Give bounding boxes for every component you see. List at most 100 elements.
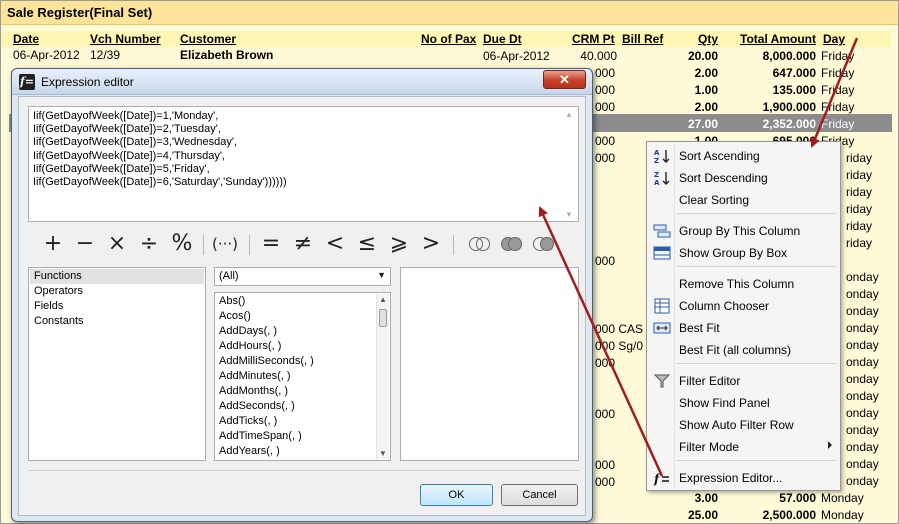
menu-item-expression-editor[interactable]: f Expression Editor... (649, 467, 838, 489)
cell-day: onday (846, 304, 879, 318)
not-equals-operator-button[interactable]: ≠ (292, 231, 314, 257)
divide-operator-button[interactable]: ÷ (138, 231, 160, 257)
cell-customer[interactable]: Elizabeth Brown (180, 48, 273, 62)
scroll-down-icon[interactable]: ▼ (565, 210, 574, 219)
category-functions[interactable]: Functions (30, 269, 204, 284)
cell-date[interactable]: 06-Apr-2012 (13, 48, 80, 62)
menu-item-filter-mode[interactable]: Filter Mode (649, 436, 838, 458)
cell-day[interactable]: Friday (821, 49, 854, 63)
menu-item-label: Filter Editor (679, 374, 741, 388)
list-item[interactable]: AddMinutes(, ) (219, 369, 291, 384)
list-item[interactable]: AddMonths(, ) (219, 384, 288, 399)
column-header-day[interactable]: Day (823, 32, 845, 46)
less-or-equal-operator-button[interactable]: ≤ (356, 231, 378, 257)
function-list-scrollbar[interactable]: ▲ ▼ (376, 294, 389, 459)
column-header-date[interactable]: Date (13, 32, 39, 46)
scroll-up-icon[interactable]: ▲ (379, 295, 387, 304)
column-context-menu: A Z Sort Ascending Z A Sort Descending C… (646, 141, 841, 491)
menu-item-show-group-by-box[interactable]: Show Group By Box (649, 242, 838, 264)
column-header-crm-pt[interactable]: CRM Pt (572, 32, 615, 46)
menu-item-group-by-column[interactable]: Group By This Column (649, 220, 838, 242)
menu-item-best-fit-all[interactable]: Best Fit (all columns) (649, 339, 838, 361)
scroll-down-icon[interactable]: ▼ (379, 449, 387, 458)
function-description-panel (400, 267, 579, 461)
equals-operator-button[interactable]: = (260, 231, 282, 257)
scroll-thumb[interactable] (379, 309, 387, 327)
minus-operator-button[interactable]: − (74, 231, 96, 257)
group-by-icon (653, 224, 671, 238)
category-list[interactable]: Functions Operators Fields Constants (28, 267, 206, 461)
column-header-customer[interactable]: Customer (180, 32, 236, 46)
menu-item-label: Show Auto Filter Row (679, 418, 794, 432)
dialog-titlebar[interactable]: f= Expression editor ✕ (12, 69, 592, 95)
list-item[interactable]: AddTimeSpan(, ) (219, 429, 302, 444)
expression-textarea[interactable]: Iif(GetDayofWeek([Date])=1,'Monday', Iif… (28, 106, 579, 222)
function-list[interactable]: Abs() Acos() AddDays(, ) AddHours(, ) Ad… (214, 292, 391, 461)
column-header-vch-number[interactable]: Vch Number (90, 32, 161, 46)
greater-or-equal-operator-button[interactable]: ⩾ (388, 231, 410, 257)
list-item[interactable]: AddTicks(, ) (219, 414, 277, 429)
greater-than-operator-button[interactable]: > (420, 231, 442, 257)
cell-total-amount[interactable]: 8,000.000 (736, 49, 816, 63)
column-header-no-of-pax[interactable]: No of Pax (421, 32, 476, 46)
cell-day: onday (846, 372, 879, 386)
cell-qty[interactable]: 20.00 (671, 49, 718, 63)
cell-day: onday (846, 457, 879, 471)
ok-button[interactable]: OK (420, 484, 493, 506)
scroll-up-icon[interactable]: ▲ (565, 110, 574, 119)
and-operator-icon[interactable] (469, 237, 491, 251)
column-header-total-amount[interactable]: Total Amount (740, 32, 816, 46)
cell-total-amount: 57.000 (779, 491, 816, 505)
brackets-operator-button[interactable]: (···) (210, 231, 240, 257)
list-item[interactable]: AddHours(, ) (219, 339, 281, 354)
cell-crm-pt[interactable]: 40.000 (571, 49, 617, 63)
cell-due-date[interactable]: 06-Apr-2012 (483, 49, 550, 63)
category-constants[interactable]: Constants (30, 314, 204, 329)
report-title: Sale Register(Final Set) (1, 1, 898, 25)
menu-item-column-chooser[interactable]: Column Chooser (649, 295, 838, 317)
plus-operator-button[interactable]: + (42, 231, 64, 257)
column-header-qty[interactable]: Qty (688, 32, 718, 46)
svg-text:Z: Z (654, 171, 659, 179)
operator-toolbar: + − × ÷ % (···) = ≠ < ≤ ⩾ > (28, 231, 579, 257)
cell-day: Friday (821, 66, 855, 80)
menu-item-label: Clear Sorting (679, 193, 750, 207)
list-item[interactable]: AddSeconds(, ) (219, 399, 295, 414)
menu-item-remove-column[interactable]: Remove This Column (649, 273, 838, 295)
close-button[interactable]: ✕ (543, 70, 586, 89)
menu-item-sort-descending[interactable]: Z A Sort Descending (649, 167, 838, 189)
or-operator-icon[interactable] (501, 237, 523, 251)
category-operators[interactable]: Operators (30, 284, 204, 299)
toolbar-separator (453, 235, 454, 255)
cell-day: riday (846, 219, 873, 233)
column-header-due-date[interactable]: Due Dt (483, 32, 522, 46)
category-fields[interactable]: Fields (30, 299, 204, 314)
column-header-bill-ref[interactable]: Bill Ref (622, 32, 663, 46)
modulo-operator-button[interactable]: % (170, 231, 194, 257)
list-item[interactable]: AddMilliSeconds(, ) (219, 354, 314, 369)
cell-fragment: 000 Sg/0 (595, 339, 644, 353)
chevron-down-icon: ▼ (377, 270, 386, 280)
menu-item-filter-editor[interactable]: Filter Editor (649, 370, 838, 392)
function-filter-dropdown[interactable]: (All) ▼ (214, 267, 391, 286)
list-item[interactable]: AddYears(, ) (219, 444, 280, 459)
cell-vch-number[interactable]: 12/39 (90, 48, 120, 62)
multiply-operator-button[interactable]: × (106, 231, 128, 257)
cell-fragment: 000 (595, 356, 616, 370)
expression-editor-dialog: f= Expression editor ✕ Iif(GetDayofWeek(… (11, 68, 593, 522)
menu-item-best-fit[interactable]: Best Fit (649, 317, 838, 339)
menu-item-sort-ascending[interactable]: A Z Sort Ascending (649, 145, 838, 167)
menu-item-label: Remove This Column (679, 277, 795, 291)
list-item[interactable]: Acos() (219, 309, 251, 324)
list-item[interactable]: AddDays(, ) (219, 324, 277, 339)
less-than-operator-button[interactable]: < (324, 231, 346, 257)
list-item[interactable]: Abs() (219, 294, 245, 309)
cell-day: onday (846, 321, 879, 335)
cancel-button[interactable]: Cancel (501, 484, 578, 506)
menu-item-show-find-panel[interactable]: Show Find Panel (649, 392, 838, 414)
menu-item-clear-sorting[interactable]: Clear Sorting (649, 189, 838, 211)
not-operator-icon[interactable] (533, 237, 555, 251)
cell-total-amount: 2,352.000 (762, 117, 816, 131)
cell-fragment: 000 (595, 254, 616, 268)
menu-item-show-auto-filter-row[interactable]: Show Auto Filter Row (649, 414, 838, 436)
